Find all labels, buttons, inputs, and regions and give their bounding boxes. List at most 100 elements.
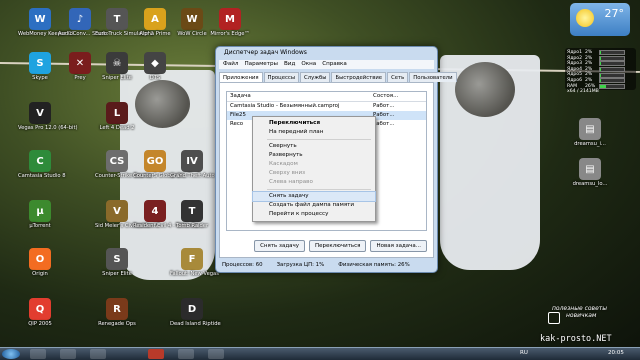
tab-processes[interactable]: Процессы — [263, 72, 300, 82]
menu-windows[interactable]: Окна — [301, 60, 316, 69]
desktop-icon[interactable]: S Skype — [18, 52, 62, 81]
taskbar: RU 20:05 — [0, 347, 640, 360]
status-bar: Процессов: 60 Загрузка ЦП: 1% Физическая… — [219, 261, 434, 270]
desktop-icon[interactable]: L Left 4 Dead 2 — [95, 102, 139, 131]
desktop-icon-label: µTorrent — [29, 223, 51, 229]
alpha-prime-icon: A — [144, 8, 166, 30]
desktop-icon-label: Dead Island Riptide — [170, 321, 221, 327]
context-menu-item[interactable]: Снять задачу — [252, 191, 376, 202]
status-cpu: Загрузка ЦП: 1% — [276, 262, 325, 268]
webmoney-icon: W — [29, 8, 51, 30]
desktop-icon[interactable]: S Sniper Elite — [95, 248, 139, 277]
desktop-icon-label: Grand Theft Auto IV — [170, 173, 222, 179]
desktop-icon[interactable]: D Dead Island Riptide — [170, 298, 221, 327]
menu-options[interactable]: Параметры — [244, 60, 278, 69]
kitten-left — [135, 80, 190, 128]
desktop-icon[interactable]: R Renegade Ops — [95, 298, 139, 327]
meter-bar — [599, 78, 625, 84]
meter-bar — [599, 67, 625, 73]
column-task[interactable]: Задача — [227, 92, 370, 101]
taskbar-app-icon[interactable] — [178, 349, 194, 359]
context-menu-item[interactable]: На передний план — [253, 128, 375, 137]
desktop-icon-label: Renegade Ops — [98, 321, 136, 327]
desktop-icon[interactable]: µ µTorrent — [18, 200, 62, 229]
desktop-icon[interactable]: T Tomb Raider — [170, 200, 214, 229]
context-menu-item[interactable]: Развернуть — [253, 151, 375, 160]
language-indicator[interactable]: RU — [520, 350, 528, 356]
desktop-icon-label: Skype — [32, 75, 48, 81]
audioconverter-icon: ♪ — [69, 8, 91, 30]
window-title: Диспетчер задач Windows — [224, 49, 307, 56]
prey-icon: ✕ — [69, 52, 91, 74]
meter-footer: x64 / 2141MB — [567, 89, 599, 95]
task-list-header: Задача Состоя... — [227, 92, 426, 102]
left4dead-icon: L — [106, 102, 128, 124]
desktop-icon[interactable]: ▤ dreamsu_lo... — [568, 158, 612, 187]
desktop-icon[interactable]: ▤ dreamsu_i... — [568, 118, 612, 147]
context-menu-item[interactable]: Переключиться — [253, 119, 375, 128]
desktop-icon[interactable]: F Fallout: New Vegas — [170, 248, 219, 277]
taskbar-explorer-icon[interactable] — [30, 349, 46, 359]
watermark-logo-icon — [548, 312, 560, 324]
desktop-icon[interactable]: ◆ DTS — [133, 52, 177, 81]
utorrent-icon: µ — [29, 200, 51, 222]
tab-applications[interactable]: Приложения — [219, 72, 263, 82]
context-menu-item[interactable]: Свернуть — [253, 142, 375, 151]
skype-icon: S — [29, 52, 51, 74]
desktop-icon-label: Vegas Pro 12.0 (64-bit) — [18, 125, 78, 131]
sniper-elite-2-icon: S — [106, 248, 128, 270]
weather-gadget[interactable]: 27° — [570, 3, 630, 36]
taskbar-filezilla-icon[interactable] — [148, 349, 164, 359]
desktop-icon[interactable]: O Origin — [18, 248, 62, 277]
meter-bar — [599, 83, 625, 89]
taskbar-app-icon[interactable] — [90, 349, 106, 359]
meter-bar — [599, 55, 625, 61]
menu-help[interactable]: Справка — [322, 60, 347, 69]
tab-users[interactable]: Пользователи — [409, 72, 457, 82]
desktop-icon[interactable]: C Camtasia Studio 8 — [18, 150, 66, 179]
kitten-right — [455, 62, 515, 117]
context-menu-item[interactable]: Создать файл дампа памяти — [253, 201, 375, 210]
desktop-icon[interactable]: Q QIP 2005 — [18, 298, 62, 327]
menu-file[interactable]: Файл — [223, 60, 238, 69]
context-menu-item: Слева направо — [269, 179, 313, 185]
desktop-icon[interactable]: M Mirror's Edge™ — [208, 8, 252, 37]
start-button[interactable] — [2, 349, 20, 359]
column-status[interactable]: Состоя... — [370, 92, 426, 101]
clock[interactable]: 20:05 — [608, 350, 624, 356]
end-task-button[interactable]: Снять задачу — [254, 240, 306, 252]
desktop-icon[interactable]: IV Grand Theft Auto IV — [170, 150, 222, 179]
meter-bar — [599, 61, 625, 67]
new-task-button[interactable]: Новая задача... — [370, 240, 427, 252]
watermark-site: kak-prosto.NET — [540, 334, 612, 344]
civilization-icon: V — [106, 200, 128, 222]
desktop-icon-label: Left 4 Dead 2 — [99, 125, 135, 131]
status-processes: Процессов: 60 — [222, 262, 263, 268]
fallout-icon: F — [181, 248, 203, 270]
tab-strip: Приложения Процессы Службы Быстродействи… — [219, 72, 457, 82]
desktop-icon-label: dreamsu_i... — [574, 141, 606, 147]
taskbar-task-manager-icon[interactable] — [208, 349, 224, 359]
tab-services[interactable]: Службы — [300, 72, 331, 82]
desktop-icon-label: Mirror's Edge™ — [210, 31, 250, 37]
menu-view[interactable]: Вид — [284, 60, 295, 69]
desktop-icon[interactable]: V Vegas Pro 12.0 (64-bit) — [18, 102, 78, 131]
task-row[interactable]: Camtasia Studio - Безымянный.camproj Раб… — [227, 102, 426, 111]
menu-separator — [267, 189, 371, 190]
desktop-icon[interactable]: W WebMoney Keeper Cl... — [18, 8, 78, 37]
switch-to-button[interactable]: Переключиться — [309, 240, 367, 252]
context-menu: Переключиться На передний план Свернуть Раз… — [252, 116, 376, 222]
button-row: Снять задачу Переключиться Новая задача.… — [254, 240, 427, 252]
context-menu-item[interactable]: Перейти к процессу — [253, 210, 375, 219]
meter-bar — [599, 50, 625, 56]
dead-island-icon: D — [181, 298, 203, 320]
taskbar-app-icon[interactable] — [60, 349, 76, 359]
tab-network[interactable]: Сеть — [387, 72, 409, 82]
task-status: Работ... — [373, 112, 395, 118]
tab-performance[interactable]: Быстродействие — [331, 72, 387, 82]
csgo-icon: GO — [144, 150, 166, 172]
cpu-meter-gadget[interactable]: Ядро1 2% Ядро2 2% Ядро3 2% Ядро4 2% Ядро5 2% Ядро6… — [565, 48, 636, 94]
wow-icon: W — [181, 8, 203, 30]
task-status: Работ... — [373, 121, 395, 127]
desktop-icon-label: Tomb Raider — [175, 223, 209, 229]
